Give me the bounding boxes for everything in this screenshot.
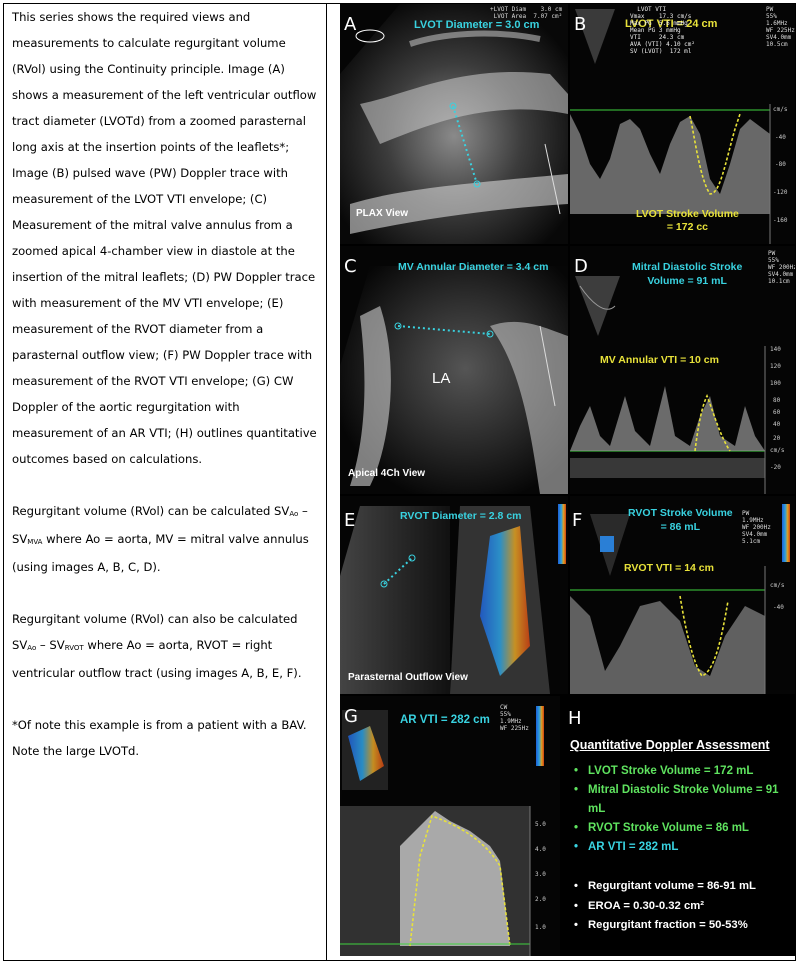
panel-c-letter: C — [344, 256, 357, 277]
panel-b-tick: -120 — [773, 189, 788, 196]
caption-paragraph-4: *Of note this example is from a patient … — [12, 718, 307, 758]
panel-b-tick: -80 — [775, 161, 786, 168]
panel-d-tick: 120 — [770, 363, 781, 370]
panel-g-letter: G — [344, 706, 358, 727]
panel-e-ultrasound — [340, 504, 566, 694]
panel-a-info: +LVOT Diam 3.0 cm LVOT Area 7.07 cm² — [490, 6, 563, 20]
panel-a-letter: A — [344, 14, 357, 35]
panel-d-tick: 80 — [773, 397, 781, 404]
panel-g-tick: 5.0 — [535, 821, 546, 828]
panel-b-tick: -40 — [775, 134, 786, 141]
list-item: RVOT Stroke Volume = 86 mL — [574, 819, 792, 838]
parasternal-outflow-view-label: Parasternal Outflow View — [348, 672, 468, 683]
panel-d-tick: 20 — [773, 435, 781, 442]
panel-d-pw: PW 55% WF 200Hz SV4.0mm 10.1cm — [768, 250, 795, 285]
plax-view-label: PLAX View — [356, 208, 409, 219]
panel-a: A LVOT Diameter = 3.0 cm +LVOT Diam 3.0 … — [340, 4, 568, 244]
lvot-stroke-volume-label: LVOT Stroke Volume = 172 cc — [636, 208, 739, 233]
panel-f-tick: -40 — [773, 604, 784, 611]
panel-g-tick: 3.0 — [535, 871, 546, 878]
panel-g-tick: 2.0 — [535, 896, 546, 903]
panel-g-tick: 1.0 — [535, 924, 546, 931]
mitral-stroke-volume-label: Mitral Diastolic Stroke Volume = 91 mL — [632, 261, 743, 287]
panel-g-tick: 4.0 — [535, 846, 546, 853]
rvot-stroke-volume-label: RVOT Stroke Volume = 86 mL — [628, 507, 733, 533]
panel-g-doppler — [340, 706, 544, 956]
list-item: Mitral Diastolic Stroke Volume = 91 mL — [574, 781, 792, 819]
rvot-vti-label: RVOT VTI = 14 cm — [624, 562, 714, 574]
panel-f: F RVOT Stroke Volume = 86 mL PW 1.9MHz W… — [570, 496, 795, 694]
panel-b-pw: PW 55% 1.6MHz WF 225Hz SV4.0mm 10.5cm — [766, 6, 795, 48]
apical-4ch-view-label: Apical 4Ch View — [348, 468, 426, 479]
panel-d-tick: 140 — [770, 346, 781, 353]
caption-paragraph-1: This series shows the required views and… — [12, 10, 317, 466]
caption-paragraph-2: Regurgitant volume (RVol) can be calcula… — [12, 504, 309, 574]
panel-g: G AR VTI = 282 cm CW 55% 1.9MHz WF 225Hz… — [340, 696, 560, 956]
panel-b-tick: -160 — [773, 217, 788, 224]
panel-e-letter: E — [344, 510, 356, 531]
ar-vti-label: AR VTI = 282 cm — [400, 714, 490, 726]
lvot-diameter-label: LVOT Diameter = 3.0 cm — [414, 19, 540, 31]
panel-b: B LVOT VTI = 24 cm LVOT VTI Vmax 17.3 cm… — [570, 4, 795, 244]
panel-f-letter: F — [572, 510, 583, 531]
mv-annular-diameter-label: MV Annular Diameter = 3.4 cm — [398, 261, 549, 273]
results-list: Regurgitant volume = 86-91 mL EROA = 0.3… — [574, 877, 792, 936]
echo-figure: A LVOT Diameter = 3.0 cm +LVOT Diam 3.0 … — [340, 4, 795, 956]
list-item: Regurgitant fraction = 50-53% — [574, 916, 792, 936]
caption-paragraph-3: Regurgitant volume (RVol) can also be ca… — [12, 612, 302, 680]
panel-f-tick: cm/s — [770, 582, 785, 589]
panel-d-tick: 100 — [770, 380, 781, 387]
panel-d-tick: 60 — [773, 409, 781, 416]
mv-annular-vti-label: MV Annular VTI = 10 cm — [600, 354, 719, 366]
list-item: EROA = 0.30-0.32 cm² — [574, 897, 792, 917]
panel-g-cw: CW 55% 1.9MHz WF 225Hz — [500, 704, 529, 732]
panel-d: D Mitral Diastolic Stroke Volume = 91 mL… — [570, 246, 795, 494]
panel-d-letter: D — [574, 256, 588, 277]
panel-e: E RVOT Diameter = 2.8 cm Parasternal Out… — [340, 496, 568, 694]
panel-c: C MV Annular Diameter = 3.4 cm LA Apical… — [340, 246, 568, 494]
rvot-diameter-label: RVOT Diameter = 2.8 cm — [400, 510, 522, 522]
panel-f-pw: PW 1.9MHz WF 200Hz SV4.0mm 5.1cm — [742, 510, 771, 545]
figure-caption: This series shows the required views and… — [12, 4, 317, 764]
panel-d-tick: cm/s — [770, 447, 785, 454]
stroke-volume-list: LVOT Stroke Volume = 172 mL Mitral Diast… — [574, 762, 792, 857]
panel-d-tick: 40 — [773, 421, 781, 428]
panel-b-info: LVOT VTI Vmax 17.3 cm/s Max PG 5.6 mmHg … — [630, 6, 696, 55]
panel-c-ultrasound — [340, 266, 568, 494]
panel-b-letter: B — [574, 14, 587, 35]
quantitative-assessment-title: Quantitative Doppler Assessment — [570, 738, 770, 752]
list-item: AR VTI = 282 mL — [574, 838, 792, 857]
list-item: Regurgitant volume = 86-91 mL — [574, 877, 792, 897]
panel-d-tick: -20 — [770, 464, 781, 471]
list-item: LVOT Stroke Volume = 172 mL — [574, 762, 792, 781]
panel-b-tick: cm/s — [773, 106, 788, 113]
panel-h-letter: H — [568, 708, 582, 729]
la-label: LA — [432, 370, 451, 387]
panel-h: H Quantitative Doppler Assessment LVOT S… — [562, 696, 795, 956]
column-divider — [326, 3, 327, 961]
